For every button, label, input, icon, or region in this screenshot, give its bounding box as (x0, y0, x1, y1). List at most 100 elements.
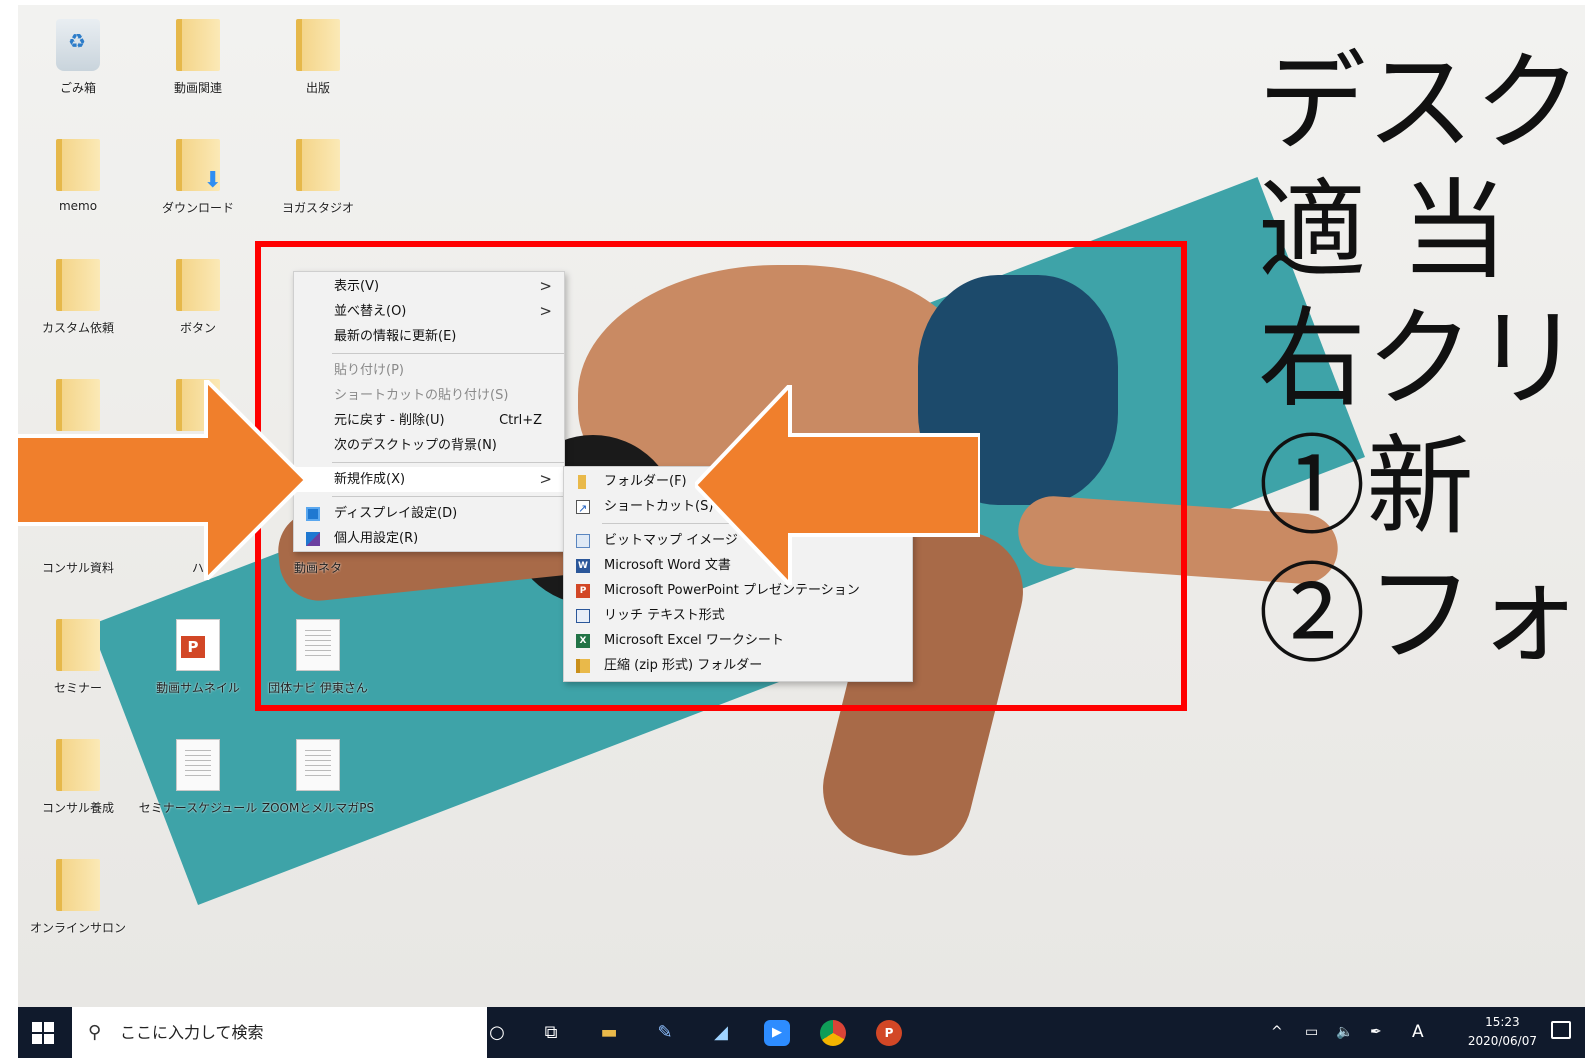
menu-item-label: 最新の情報に更新(E) (334, 329, 457, 344)
menu-item-label: ディスプレイ設定(D) (334, 506, 458, 521)
volume-icon[interactable]: 🔈 (1336, 1007, 1353, 1058)
desktop-icon-label: オンラインサロン (29, 921, 126, 935)
desktop-icon-thumbnail[interactable]: 動画サムネイル (148, 613, 248, 713)
desktop-icon-memo[interactable]: memo (28, 133, 128, 233)
folder-icon (56, 619, 100, 671)
windows-logo-icon (32, 1022, 42, 1032)
battery-icon[interactable]: ▭ (1305, 1007, 1318, 1058)
menu-item-label: 元に戻す - 削除(U) (334, 413, 445, 428)
ime-indicator[interactable]: A (1412, 1007, 1424, 1058)
search-placeholder: ここに入力して検索 (120, 1023, 264, 1042)
pen-icon[interactable]: ✒ (1370, 1007, 1382, 1058)
submenu-item-rich-text[interactable]: リッチ テキスト形式 (564, 603, 912, 628)
download-folder-icon (176, 139, 222, 193)
paint-icon[interactable]: ✎ (652, 1020, 678, 1046)
folder-icon (56, 739, 100, 791)
menu-item-view[interactable]: 表示(V) > (294, 274, 564, 299)
menu-item-next-background[interactable]: 次のデスクトップの背景(N) (294, 433, 564, 458)
menu-item-label: 次のデスクトップの背景(N) (334, 438, 497, 453)
submenu-item-excel[interactable]: X Microsoft Excel ワークシート (564, 628, 912, 653)
instruction-line: 右クリ (1258, 297, 1583, 422)
display-settings-icon (306, 507, 320, 521)
folder-icon (56, 859, 100, 911)
menu-item-refresh[interactable]: 最新の情報に更新(E) (294, 324, 564, 349)
menu-separator (332, 496, 564, 497)
snip-tool-icon[interactable]: ◢ (708, 1020, 734, 1046)
chevron-right-icon: > (539, 302, 552, 320)
document-icon (176, 739, 220, 791)
menu-item-display-settings[interactable]: ディスプレイ設定(D) (294, 501, 564, 526)
menu-item-paste-shortcut[interactable]: ショートカットの貼り付け(S) (294, 383, 564, 408)
submenu-item-zip-folder[interactable]: 圧縮 (zip 形式) フォルダー (564, 653, 912, 678)
chevron-right-icon: > (539, 470, 552, 488)
desktop-icon-consult-training[interactable]: コンサル養成 (28, 733, 128, 833)
rich-text-icon (576, 609, 590, 623)
personalize-icon (306, 532, 320, 546)
desktop-icon-publishing[interactable]: 出版 (268, 13, 368, 113)
desktop-icon-label: ヨガスタジオ (281, 201, 354, 215)
menu-item-label: 表示(V) (334, 279, 380, 294)
desktop-icon-yoga-studio[interactable]: ヨガスタジオ (268, 133, 368, 233)
chrome-icon[interactable] (820, 1020, 846, 1046)
cortana-icon[interactable]: ○ (484, 1020, 510, 1046)
desktop-icon-recycle-bin[interactable]: ごみ箱 (28, 13, 128, 113)
menu-item-undo-delete[interactable]: 元に戻す - 削除(U) Ctrl+Z (294, 408, 564, 433)
menu-separator (332, 462, 564, 463)
menu-item-shortcut: Ctrl+Z (499, 413, 542, 428)
menu-item-personalize[interactable]: 個人用設定(R) (294, 526, 564, 551)
chevron-right-icon: > (539, 277, 552, 295)
bitmap-icon (576, 534, 590, 548)
instruction-text: デスク 適 当 右クリ ①新 ②フォ (1258, 40, 1585, 680)
desktop-icon-label: コンサル養成 (41, 801, 114, 815)
desktop-icon-download[interactable]: ダウンロード (148, 133, 248, 233)
desktop-icon-label: 動画サムネイル (156, 681, 240, 695)
desktop-icon-label: ZOOMとメルマガPS (261, 801, 375, 815)
powerpoint-icon: P (576, 584, 590, 598)
excel-icon: X (576, 634, 590, 648)
zoom-icon[interactable]: ▶ (764, 1020, 790, 1046)
submenu-item-label: Microsoft Excel ワークシート (604, 633, 784, 648)
folder-icon (578, 475, 586, 489)
desktop-icon-label: ボタン (179, 321, 216, 335)
recycle-bin-icon (56, 19, 100, 71)
clock-date: 2020/06/07 (1467, 1034, 1537, 1048)
desktop-icon-button[interactable]: ボタン (148, 253, 248, 353)
desktop-icon-seminar-schedule[interactable]: セミナースケジュール (139, 733, 257, 833)
desktop-icon-label: ダウンロード (161, 201, 234, 215)
file-explorer-icon[interactable]: ▬ (596, 1020, 622, 1046)
instruction-line: ①新 (1258, 425, 1475, 550)
menu-item-new[interactable]: 新規作成(X) > (294, 467, 564, 492)
desktop-icon-label: セミナースケジュール (138, 801, 258, 815)
tray-chevron-icon[interactable]: ^ (1271, 1007, 1283, 1058)
notification-icon[interactable] (1551, 1021, 1571, 1039)
clock-time: 15:23 (1485, 1015, 1520, 1029)
context-menu: 表示(V) > 並べ替え(O) > 最新の情報に更新(E) 貼り付け(P) ショ… (293, 271, 565, 552)
menu-item-paste[interactable]: 貼り付け(P) (294, 358, 564, 383)
menu-item-label: 並べ替え(O) (334, 304, 407, 319)
desktop-icon-video[interactable]: 動画関連 (148, 13, 248, 113)
search-icon: ⚲ (88, 1022, 102, 1043)
menu-separator (332, 353, 564, 354)
folder-icon (296, 139, 340, 191)
arrow-left-annotation (695, 385, 980, 585)
arrow-right-annotation (16, 380, 306, 580)
instruction-line: 適 当 (1258, 169, 1509, 294)
clock[interactable]: 15:23 2020/06/07 (1468, 1013, 1537, 1051)
desktop-icon-seminar[interactable]: セミナー (28, 613, 128, 713)
powerpoint-taskbar-icon[interactable]: P (876, 1020, 902, 1046)
start-button[interactable] (32, 1022, 54, 1044)
folder-icon (296, 19, 340, 71)
desktop-icon-online-salon[interactable]: オンラインサロン (28, 853, 128, 953)
desktop-icon-zoom-mailmag[interactable]: ZOOMとメルマガPS (262, 733, 374, 833)
desktop-icon-label: セミナー (53, 681, 102, 695)
desktop-icon-label: ごみ箱 (59, 81, 96, 95)
menu-item-sort[interactable]: 並べ替え(O) > (294, 299, 564, 324)
taskbar-search-box[interactable]: ⚲ ここに入力して検索 (72, 1007, 487, 1058)
menu-item-label: 個人用設定(R) (334, 531, 419, 546)
submenu-item-label: フォルダー(F) (604, 474, 687, 489)
folder-icon (56, 139, 100, 191)
powerpoint-file-icon (176, 619, 220, 671)
submenu-item-label: リッチ テキスト形式 (604, 608, 725, 623)
desktop-icon-custom[interactable]: カスタム依頼 (28, 253, 128, 353)
task-view-icon[interactable]: ⧉ (538, 1020, 564, 1046)
